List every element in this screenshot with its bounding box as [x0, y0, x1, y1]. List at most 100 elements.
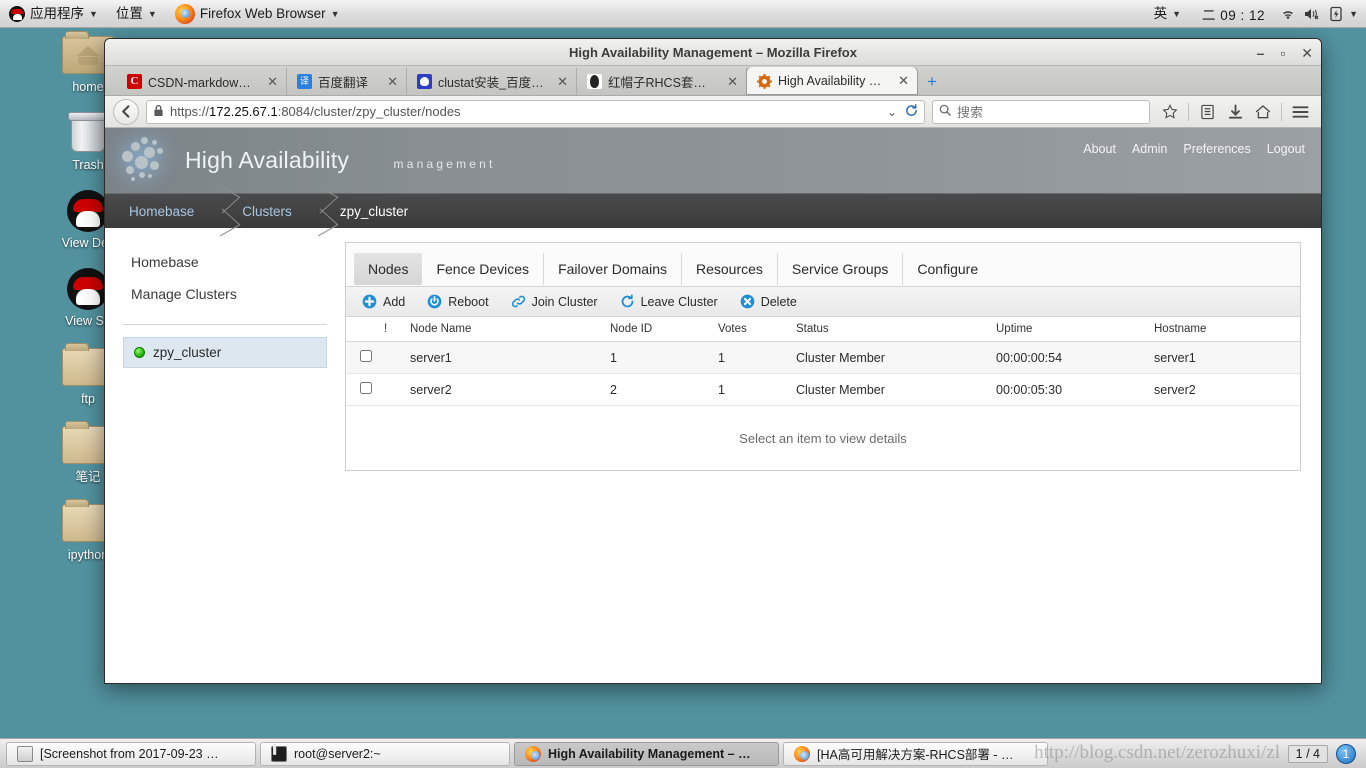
- table-row[interactable]: server2 2 1 Cluster Member 00:00:05:30 s…: [346, 373, 1300, 406]
- sidebar-item-manage-clusters[interactable]: Manage Clusters: [105, 278, 345, 310]
- tab-title: High Availability Man…: [778, 74, 888, 88]
- cell-votes: 1: [714, 341, 792, 374]
- delete-button[interactable]: Delete: [740, 294, 797, 309]
- plus-circle-icon: [362, 294, 377, 309]
- browser-tab-csdn[interactable]: C CSDN-markdown编… ✕: [117, 68, 287, 95]
- row-select-cell[interactable]: [346, 373, 380, 406]
- column-status[interactable]: Status: [792, 317, 992, 342]
- column-select: [346, 317, 380, 342]
- browser-tab-rhcs[interactable]: 红帽子RHCS套件安… ✕: [577, 68, 747, 95]
- close-button[interactable]: ✕: [1301, 46, 1313, 60]
- hamburger-menu-icon[interactable]: [1287, 99, 1313, 125]
- chevron-down-icon: ▼: [147, 8, 157, 19]
- battery-icon[interactable]: [1325, 4, 1347, 24]
- search-input[interactable]: 搜索: [957, 102, 983, 121]
- taskbar-item-screenshot[interactable]: [Screenshot from 2017-09-23 …: [6, 741, 256, 766]
- row-select-cell[interactable]: [346, 341, 380, 374]
- breadcrumb-item-homebase[interactable]: Homebase: [105, 194, 208, 229]
- cell-node-name[interactable]: server2: [406, 373, 606, 406]
- places-menu[interactable]: 位置 ▼: [107, 0, 166, 27]
- chevron-down-icon[interactable]: ▼: [1349, 9, 1358, 19]
- tab-close-icon[interactable]: ✕: [894, 73, 909, 89]
- volume-muted-icon[interactable]: [1301, 4, 1323, 24]
- taskbar-item-label: [HA高可用解决方案-RHCS部署 - …: [817, 748, 1014, 762]
- tab-resources[interactable]: Resources: [682, 252, 778, 285]
- nav-link-logout[interactable]: Logout: [1267, 142, 1305, 156]
- library-icon[interactable]: [1194, 99, 1220, 125]
- column-alert[interactable]: !: [380, 317, 406, 342]
- firefox-titlebar: High Availability Management – Mozilla F…: [105, 39, 1321, 66]
- tab-service-groups[interactable]: Service Groups: [778, 252, 904, 285]
- applications-menu[interactable]: 应用程序 ▼: [0, 0, 107, 27]
- app-logo[interactable]: High Availability management: [105, 135, 496, 187]
- taskbar-item-ha-blog[interactable]: [HA高可用解决方案-RHCS部署 - …: [783, 741, 1048, 766]
- column-node-id[interactable]: Node ID: [606, 317, 714, 342]
- tab-failover-domains[interactable]: Failover Domains: [544, 252, 682, 285]
- taskbar-item-high-availability[interactable]: High Availability Management – …: [514, 741, 779, 766]
- workspace-switcher[interactable]: 1 / 4: [1287, 744, 1328, 763]
- tab-close-icon[interactable]: ✕: [723, 74, 738, 90]
- tab-configure[interactable]: Configure: [903, 253, 992, 285]
- breadcrumb-item-clusters[interactable]: Clusters: [226, 194, 306, 229]
- browser-tab-high-availability[interactable]: High Availability Man… ✕: [747, 67, 917, 95]
- terminal-icon: [271, 744, 287, 762]
- download-icon[interactable]: [1222, 99, 1248, 125]
- bookmark-star-icon[interactable]: [1157, 99, 1183, 125]
- firefox-icon: [794, 745, 810, 762]
- tab-nodes[interactable]: Nodes: [354, 252, 423, 285]
- reboot-button[interactable]: Reboot: [427, 294, 489, 309]
- chevron-down-icon[interactable]: ⌄: [887, 105, 897, 119]
- clock[interactable]: 二 09 : 12: [1192, 4, 1275, 24]
- new-tab-button[interactable]: +: [917, 68, 947, 95]
- wifi-icon[interactable]: [1277, 4, 1299, 24]
- cell-uptime: 00:00:00:54: [992, 341, 1150, 374]
- workspace-indicator[interactable]: 1: [1336, 743, 1356, 764]
- column-votes[interactable]: Votes: [714, 317, 792, 342]
- sidebar: Homebase Manage Clusters zpy_cluster: [105, 228, 345, 683]
- ha-body: Homebase Manage Clusters zpy_cluster Nod…: [105, 228, 1321, 683]
- nav-link-admin[interactable]: Admin: [1132, 142, 1167, 156]
- firefox-tabbar: C CSDN-markdown编… ✕ 译 百度翻译 ✕ clustat安装_百…: [105, 66, 1321, 96]
- table-body: server1 1 1 Cluster Member 00:00:00:54 s…: [346, 341, 1300, 406]
- main-content: Nodes Fence Devices Failover Domains Res…: [345, 228, 1321, 683]
- details-placeholder: Select an item to view details: [346, 406, 1300, 470]
- tab-close-icon[interactable]: ✕: [263, 74, 278, 90]
- add-button[interactable]: Add: [362, 294, 405, 309]
- row-checkbox[interactable]: [360, 350, 372, 362]
- leave-cluster-button[interactable]: Leave Cluster: [620, 294, 718, 309]
- active-app-menu[interactable]: Firefox Web Browser ▼: [166, 0, 349, 27]
- minimize-button[interactable]: –: [1257, 46, 1265, 60]
- table-row[interactable]: server1 1 1 Cluster Member 00:00:00:54 s…: [346, 341, 1300, 374]
- places-menu-label: 位置: [115, 5, 143, 21]
- browser-tab-baidu-fanyi[interactable]: 译 百度翻译 ✕: [287, 68, 407, 95]
- row-checkbox[interactable]: [360, 382, 372, 394]
- input-method-indicator[interactable]: 英 ▼: [1145, 0, 1190, 28]
- cell-node-name[interactable]: server1: [406, 341, 606, 374]
- input-method-label: 英: [1153, 5, 1168, 21]
- chevron-right-icon: [208, 194, 226, 229]
- tab-fence-devices[interactable]: Fence Devices: [422, 252, 545, 285]
- cell-votes: 1: [714, 373, 792, 406]
- column-uptime[interactable]: Uptime: [992, 317, 1150, 342]
- tab-close-icon[interactable]: ✕: [383, 74, 398, 90]
- nav-link-preferences[interactable]: Preferences: [1183, 142, 1250, 156]
- home-icon[interactable]: [1250, 99, 1276, 125]
- search-bar[interactable]: 搜索: [932, 99, 1150, 124]
- taskbar-item-terminal[interactable]: root@server2:~: [260, 741, 510, 766]
- cell-node-id: 1: [606, 341, 714, 374]
- sidebar-item-zpy-cluster[interactable]: zpy_cluster: [123, 337, 327, 368]
- taskbar: [Screenshot from 2017-09-23 … root@serve…: [0, 738, 1366, 768]
- column-hostname[interactable]: Hostname: [1150, 317, 1300, 342]
- browser-tab-clustat-search[interactable]: clustat安装_百度搜索 ✕: [407, 68, 577, 95]
- nav-link-about[interactable]: About: [1083, 142, 1116, 156]
- column-node-name[interactable]: Node Name: [406, 317, 606, 342]
- taskbar-right: 1 / 4 1: [1287, 743, 1360, 764]
- sidebar-item-homebase[interactable]: Homebase: [105, 246, 345, 278]
- tab-title: CSDN-markdown编…: [148, 76, 258, 90]
- back-button[interactable]: [113, 98, 139, 125]
- tab-close-icon[interactable]: ✕: [553, 74, 568, 90]
- url-bar[interactable]: https://172.25.67.1:8084/cluster/zpy_clu…: [146, 99, 925, 124]
- join-cluster-button[interactable]: Join Cluster: [511, 294, 598, 309]
- maximize-button[interactable]: ▫: [1280, 46, 1285, 60]
- reload-icon[interactable]: [905, 103, 918, 120]
